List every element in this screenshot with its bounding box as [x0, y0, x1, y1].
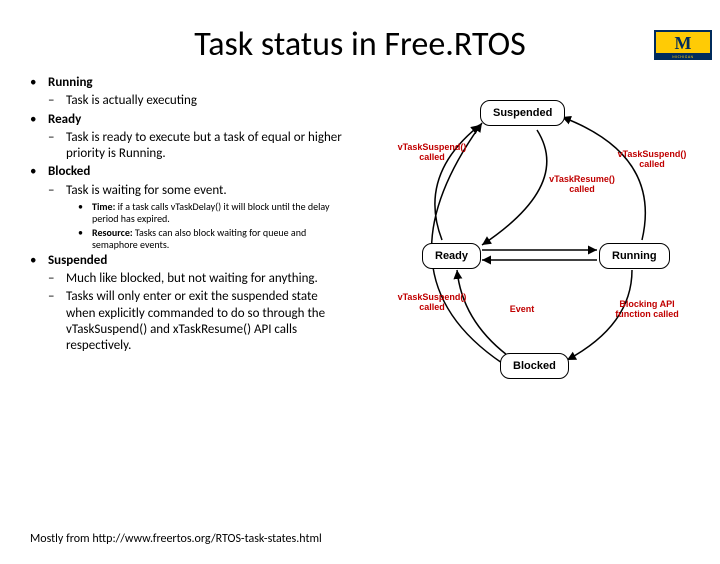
- ready-desc: Task is ready to execute but a task of e…: [66, 130, 350, 163]
- svg-text:M: M: [675, 33, 692, 53]
- running-desc: Task is actually executing: [66, 93, 350, 109]
- label-suspend3: vTaskSuspend() called: [392, 293, 472, 313]
- slide-title: Task status in Free.RTOS: [0, 24, 720, 65]
- node-running: Running: [599, 243, 670, 269]
- state-diagram: Suspended Ready Running Blocked vTaskSus…: [362, 75, 692, 405]
- svg-text:MICHIGAN: MICHIGAN: [672, 55, 693, 60]
- label-suspend2: vTaskSuspend() called: [612, 150, 692, 170]
- state-running: Running: [48, 75, 93, 91]
- node-blocked: Blocked: [500, 353, 569, 379]
- node-suspended: Suspended: [480, 100, 565, 126]
- label-event: Event: [497, 305, 547, 315]
- footer-source: Mostly from http://www.freertos.org/RTOS…: [30, 532, 322, 546]
- blocked-time: Time: if a task calls vTaskDelay() it wi…: [92, 201, 350, 225]
- suspended-desc1: Much like blocked, but not waiting for a…: [66, 271, 350, 287]
- status-list: •Running –Task is actually executing •Re…: [30, 75, 350, 405]
- state-blocked: Blocked: [48, 164, 90, 180]
- state-suspended: Suspended: [48, 253, 107, 269]
- blocked-desc: Task is waiting for some event.: [66, 183, 350, 199]
- label-resume: vTaskResume() called: [542, 175, 622, 195]
- state-ready: Ready: [48, 112, 81, 128]
- suspended-desc2: Tasks will only enter or exit the suspen…: [66, 289, 350, 354]
- label-blocking: Blocking API function called: [607, 300, 687, 320]
- michigan-logo: M MICHIGAN: [654, 30, 712, 60]
- blocked-resource: Resource: Tasks can also block waiting f…: [92, 227, 350, 251]
- node-ready: Ready: [422, 243, 481, 269]
- label-suspend1: vTaskSuspend() called: [392, 143, 472, 163]
